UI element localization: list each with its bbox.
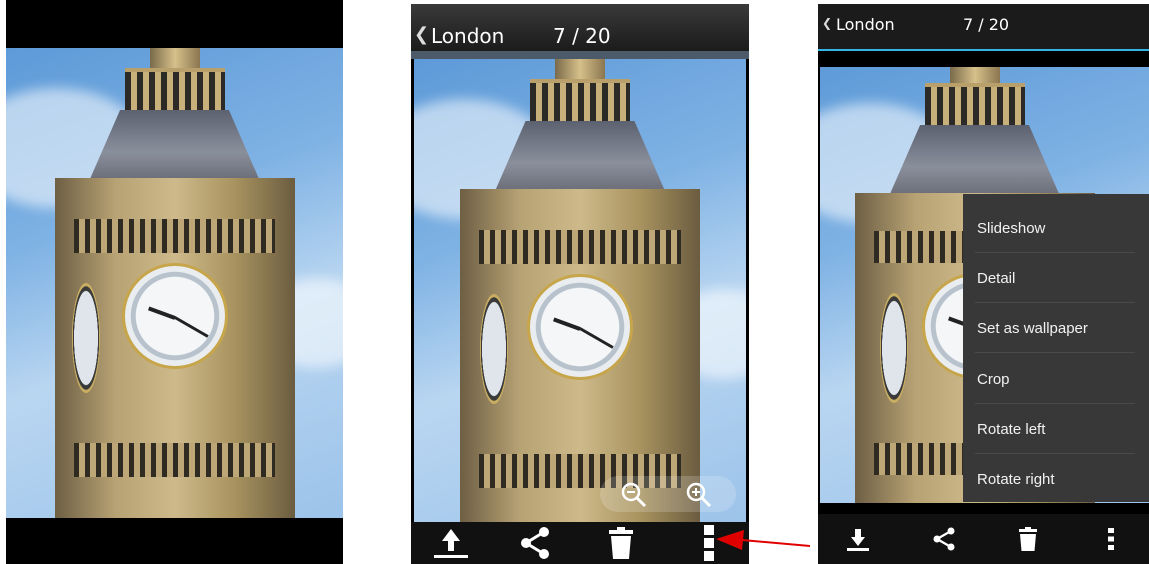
photo-counter: 7 / 20 [553,24,611,48]
overflow-menu-button[interactable] [1081,514,1141,564]
upload-icon [434,529,468,558]
trash-icon [1019,527,1037,551]
photo-big-ben[interactable] [6,48,343,518]
menu-item-detail[interactable]: Detail [963,253,1149,303]
download-icon [847,529,869,551]
action-bar: ❮ London 7 / 20 [818,4,1149,51]
menu-item-set-as-wallpaper[interactable]: Set as wallpaper [963,303,1149,353]
screen-photo-overflow-menu: ❮ London 7 / 20 Slideshow Detail Set as … [818,4,1149,564]
album-title[interactable]: London [836,15,895,34]
zoom-in-icon[interactable] [684,480,714,510]
bottom-black-bar [6,518,343,564]
annotation-arrow-icon [716,530,811,550]
screen-fullscreen-photo [6,0,343,564]
screen-photo-with-actionbar: ❮ London 7 / 20 [411,4,749,564]
menu-item-slideshow[interactable]: Slideshow [963,203,1149,253]
back-chevron-icon[interactable]: ❮ [414,24,429,45]
bottom-action-bar [411,522,749,564]
share-button[interactable] [914,514,974,564]
menu-item-rotate-left[interactable]: Rotate left [963,404,1149,454]
share-icon [933,527,955,551]
album-title[interactable]: London [431,24,504,48]
share-icon [521,527,549,559]
photo-big-ben[interactable] [414,59,746,524]
delete-button[interactable] [998,514,1058,564]
back-chevron-icon[interactable]: ❮ [822,16,832,30]
upload-button[interactable] [421,522,481,564]
download-button[interactable] [828,514,888,564]
zoom-out-icon[interactable] [619,480,649,510]
share-button[interactable] [505,522,565,564]
menu-item-rotate-right[interactable]: Rotate right [963,454,1149,504]
bottom-action-bar [818,514,1149,564]
overflow-menu-icon [1108,528,1114,550]
menu-item-crop[interactable]: Crop [963,354,1149,404]
photo-counter: 7 / 20 [963,15,1010,34]
trash-icon [609,527,633,559]
top-black-bar [6,0,343,48]
overflow-menu: Slideshow Detail Set as wallpaper Crop R… [963,194,1149,502]
action-bar: ❮ London 7 / 20 [411,4,749,59]
delete-button[interactable] [591,522,651,564]
